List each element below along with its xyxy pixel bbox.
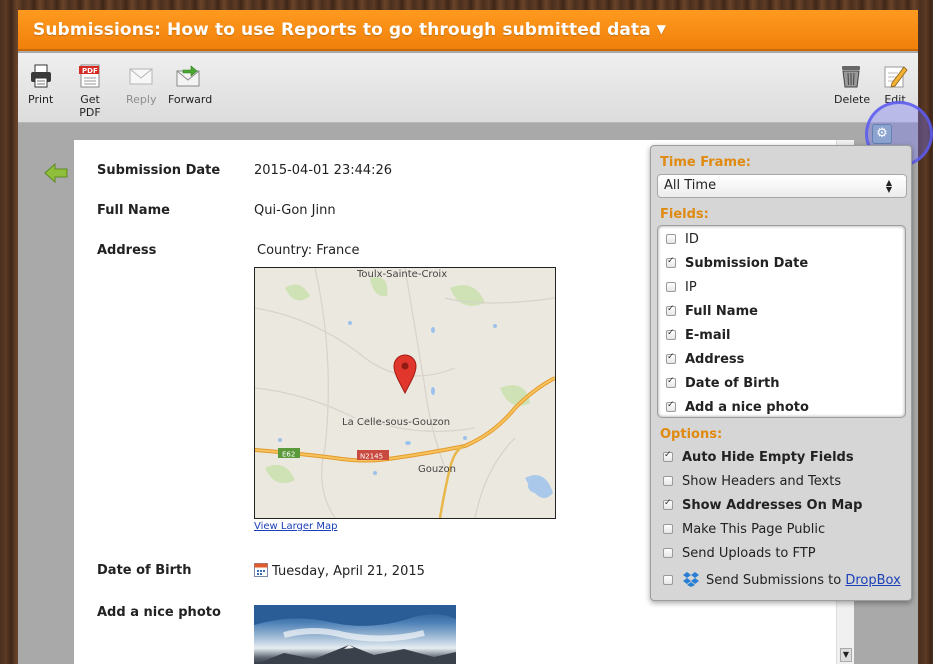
checkbox[interactable] [663, 498, 673, 510]
field-option-label: Full Name [685, 304, 758, 319]
forward-label: Forward [168, 93, 213, 106]
checkbox[interactable] [663, 524, 673, 534]
previous-arrow-icon[interactable] [44, 162, 68, 184]
map-road-label: N2145 [360, 453, 383, 461]
field-label: Date of Birth [97, 563, 192, 578]
time-frame-select[interactable]: All Time ▲ ▼ [657, 174, 907, 198]
field-option-full-name[interactable]: Full Name [666, 304, 758, 319]
toolbar: Print PDF Get PDF Reply Forward Delete E… [18, 53, 918, 123]
option-show-addresses-map[interactable]: Show Addresses On Map [663, 498, 862, 513]
field-option-address[interactable]: Address [666, 352, 744, 367]
field-value: Qui-Gon Jinn [254, 203, 336, 218]
option-show-headers[interactable]: Show Headers and Texts [663, 474, 841, 489]
envelope-icon [129, 68, 153, 85]
fields-heading: Fields: [660, 207, 709, 222]
option-label: Make This Page Public [682, 522, 826, 537]
edit-pencil-icon [884, 66, 908, 88]
field-option-ip[interactable]: IP [666, 280, 697, 295]
pdf-icon: PDF [79, 64, 100, 88]
field-option-label: Address [685, 352, 745, 367]
field-option-email[interactable]: E-mail [666, 328, 731, 343]
chevron-down-icon[interactable]: ▼ [657, 22, 666, 36]
pdf-badge: PDF [82, 67, 98, 75]
option-label: Auto Hide Empty Fields [682, 450, 854, 465]
checkbox[interactable] [666, 400, 676, 412]
checkbox[interactable] [666, 234, 676, 244]
checkbox[interactable] [663, 476, 673, 486]
title-bar[interactable]: Submissions: How to use Reports to go th… [18, 10, 918, 51]
checkbox[interactable] [663, 450, 673, 462]
map-road-label: E62 [282, 451, 295, 459]
checkbox[interactable] [663, 548, 673, 558]
dropbox-icon [683, 572, 699, 587]
option-label: Show Headers and Texts [682, 474, 842, 489]
time-frame-heading: Time Frame: [660, 155, 752, 170]
scroll-down-arrow-icon[interactable]: ▼ [840, 648, 852, 662]
field-option-id[interactable]: ID [666, 232, 699, 247]
uploaded-photo[interactable] [254, 605, 456, 664]
checkbox[interactable] [663, 575, 673, 585]
calendar-icon [254, 563, 268, 577]
fields-list: ID Submission Date IP Full Name E-mail A… [657, 225, 906, 418]
option-label: Send Uploads to FTP [682, 546, 816, 561]
option-make-public[interactable]: Make This Page Public [663, 522, 825, 537]
field-label: Address [97, 243, 157, 258]
forward-button[interactable]: Forward [168, 63, 212, 106]
print-label: Print [28, 93, 54, 106]
map-place-label: Toulx-Sainte-Croix [356, 269, 447, 280]
field-option-label: E-mail [685, 328, 731, 343]
field-option-label: Date of Birth [685, 376, 780, 391]
field-option-date-of-birth[interactable]: Date of Birth [666, 376, 779, 391]
field-value: Tuesday, April 21, 2015 [254, 563, 425, 579]
checkbox[interactable] [666, 256, 676, 268]
field-option-label: ID [685, 232, 699, 247]
settings-gear-button[interactable]: ⚙ [872, 124, 892, 144]
checkbox[interactable] [666, 328, 676, 340]
field-label: Submission Date [97, 163, 221, 178]
time-frame-value: All Time [664, 178, 717, 193]
get-pdf-button[interactable]: PDF Get PDF [68, 63, 112, 119]
map-place-label: La Celle-sous-Gouzon [342, 417, 450, 428]
dropbox-link[interactable]: DropBox [845, 573, 900, 588]
field-option-label: Submission Date [685, 256, 809, 271]
edit-button[interactable]: Edit [882, 63, 908, 106]
option-label: Send Submissions to [706, 573, 842, 588]
map-graphic: E62 N2145 Toulx-Sainte-Croix La Celle-so… [255, 268, 555, 518]
option-auto-hide-empty[interactable]: Auto Hide Empty Fields [663, 450, 854, 465]
checkbox[interactable] [666, 352, 676, 364]
photo-mountain-image [254, 605, 456, 664]
field-option-submission-date[interactable]: Submission Date [666, 256, 808, 271]
page-title: Submissions: How to use Reports to go th… [33, 20, 651, 40]
field-label: Full Name [97, 203, 170, 218]
field-option-label: IP [685, 280, 697, 295]
view-larger-map-link[interactable]: View Larger Map [254, 521, 337, 532]
field-value: Country: France [257, 243, 360, 258]
option-label: Show Addresses On Map [682, 498, 863, 513]
select-arrows-icon: ▲ ▼ [885, 178, 892, 194]
settings-panel: Time Frame: All Time ▲▼ Fields: ID Submi… [650, 145, 912, 601]
date-of-birth-value: Tuesday, April 21, 2015 [272, 564, 425, 579]
trash-icon [842, 66, 860, 88]
get-pdf-label: Get PDF [79, 93, 101, 119]
printer-icon [31, 64, 51, 88]
reply-label: Reply [126, 93, 157, 106]
field-label: Add a nice photo [97, 605, 221, 620]
address-map[interactable]: E62 N2145 Toulx-Sainte-Croix La Celle-so… [254, 267, 556, 519]
checkbox[interactable] [666, 304, 676, 316]
field-value: 2015-04-01 23:44:26 [254, 163, 393, 178]
checkbox[interactable] [666, 282, 676, 292]
option-send-uploads-ftp[interactable]: Send Uploads to FTP [663, 546, 816, 561]
options-heading: Options: [660, 427, 723, 442]
forward-mail-icon [176, 65, 200, 87]
print-button[interactable]: Print [28, 63, 54, 106]
delete-button[interactable]: Delete [834, 63, 871, 106]
field-option-label: Add a nice photo [685, 400, 809, 415]
option-send-to-dropbox[interactable]: Send Submissions to DropBox [663, 571, 901, 588]
map-place-label: Gouzon [418, 464, 456, 475]
checkbox[interactable] [666, 376, 676, 388]
delete-label: Delete [834, 93, 871, 106]
field-option-photo[interactable]: Add a nice photo [666, 400, 809, 415]
reply-button[interactable]: Reply [126, 63, 156, 106]
